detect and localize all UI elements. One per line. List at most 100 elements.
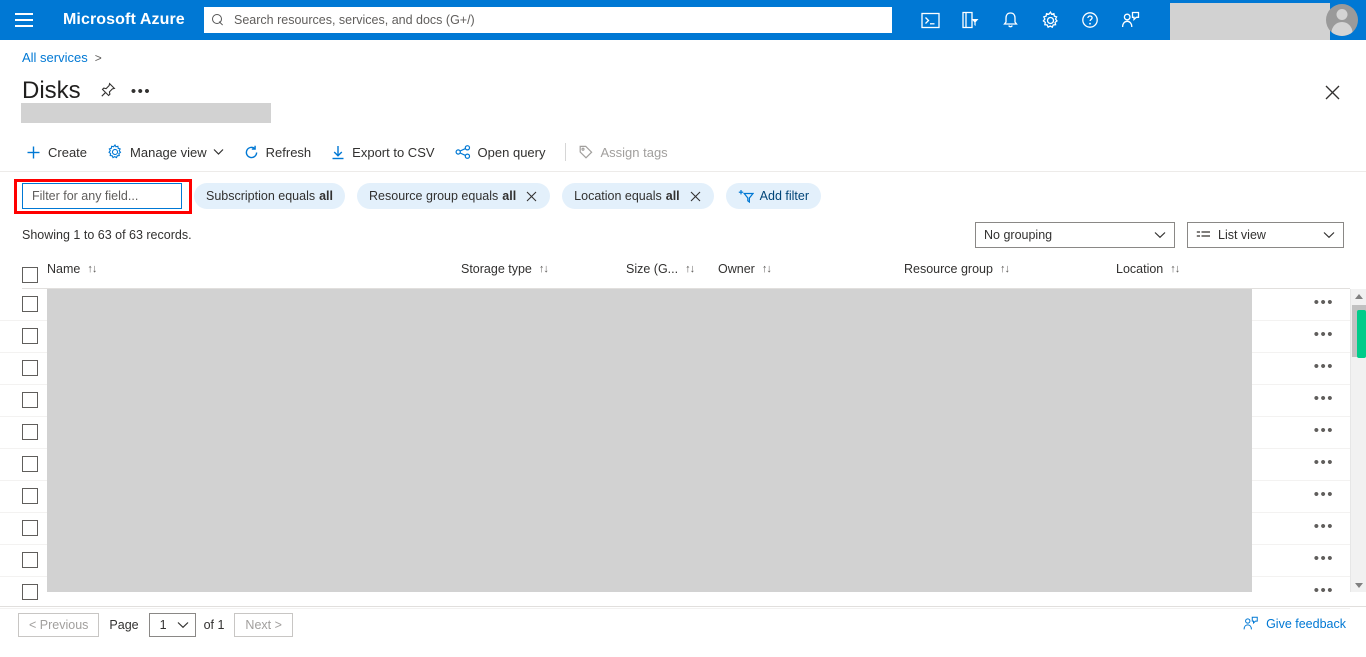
page-number-value: 1: [159, 618, 167, 632]
open-query-button[interactable]: Open query: [451, 138, 556, 166]
close-blade-button[interactable]: [1320, 80, 1344, 104]
row-select-checkbox[interactable]: [22, 360, 38, 376]
column-header-name-label: Name: [47, 262, 81, 276]
manage-view-button[interactable]: Manage view: [103, 138, 234, 166]
command-bar: Create Manage view Refresh Export to CSV…: [22, 138, 684, 166]
triangle-down: [1355, 582, 1363, 588]
column-header-owner-label: Owner: [718, 262, 755, 276]
column-header-resource-group[interactable]: Resource group ↑↓: [904, 262, 1010, 276]
row-more-options-icon[interactable]: •••: [1314, 391, 1334, 406]
help-question-icon[interactable]: [1070, 0, 1110, 40]
row-select-checkbox[interactable]: [22, 456, 38, 472]
row-select-checkbox[interactable]: [22, 392, 38, 408]
give-feedback-button[interactable]: Give feedback: [1242, 616, 1346, 631]
chevron-down-icon: [177, 621, 189, 629]
list-view-icon: [1196, 230, 1211, 241]
sort-arrows-icon: ↑↓: [538, 263, 549, 275]
column-header-name[interactable]: Name ↑↓: [47, 262, 97, 276]
row-more-options-icon[interactable]: •••: [1314, 519, 1334, 534]
row-select-checkbox[interactable]: [22, 296, 38, 312]
column-header-owner[interactable]: Owner ↑↓: [718, 262, 772, 276]
add-filter-label: Add filter: [759, 189, 809, 203]
row-select-checkbox[interactable]: [22, 424, 38, 440]
create-button[interactable]: Create: [22, 138, 97, 166]
assign-tags-label: Assign tags: [600, 144, 668, 160]
row-more-options-icon[interactable]: •••: [1314, 487, 1334, 502]
next-page-button[interactable]: Next >: [234, 613, 293, 637]
grouping-dropdown[interactable]: No grouping: [975, 222, 1175, 248]
scroll-down-arrow-icon[interactable]: [1351, 578, 1366, 592]
sort-arrows-icon: ↑↓: [999, 263, 1010, 275]
filter-for-any-field-input[interactable]: [30, 188, 174, 204]
remove-filter-location-icon[interactable]: [689, 190, 702, 203]
row-more-options-icon[interactable]: •••: [1314, 295, 1334, 310]
settings-gear-icon[interactable]: [1030, 0, 1070, 40]
avatar-head: [1336, 9, 1348, 20]
page-more-options-icon[interactable]: •••: [131, 82, 151, 102]
filter-pill-resource-group-label: Resource group equals: [369, 189, 499, 203]
grouping-dropdown-value: No grouping: [984, 228, 1053, 242]
create-button-label: Create: [48, 144, 88, 160]
add-filter-button[interactable]: Add filter: [725, 183, 821, 209]
user-avatar[interactable]: [1326, 4, 1358, 36]
scroll-up-arrow-icon[interactable]: [1351, 289, 1366, 303]
column-header-storage-type-label: Storage type: [461, 262, 532, 276]
select-all-checkbox[interactable]: [22, 267, 38, 283]
breadcrumb-chevron-icon: >: [94, 50, 102, 65]
row-more-options-icon[interactable]: •••: [1314, 359, 1334, 374]
column-header-storage-type[interactable]: Storage type ↑↓: [461, 262, 549, 276]
view-mode-value: List view: [1218, 228, 1266, 242]
page-title: Disks: [22, 77, 81, 104]
footer-divider: [0, 606, 1366, 607]
row-select-checkbox[interactable]: [22, 488, 38, 504]
export-to-csv-button[interactable]: Export to CSV: [327, 138, 444, 166]
pin-icon[interactable]: [100, 82, 116, 103]
filter-pill-location-label: Location equals: [574, 189, 662, 203]
filter-pill-subscription[interactable]: Subscription equals all: [194, 183, 346, 209]
refresh-button[interactable]: Refresh: [240, 138, 322, 166]
filter-pill-subscription-value: all: [319, 189, 334, 203]
filter-pill-location-value: all: [665, 189, 680, 203]
azure-brand-logo[interactable]: Microsoft Azure: [63, 11, 185, 29]
row-more-options-icon[interactable]: •••: [1314, 455, 1334, 470]
filter-row: Subscription equals all Resource group e…: [22, 183, 821, 209]
redacted-account-info: [1170, 3, 1330, 40]
row-more-options-icon[interactable]: •••: [1314, 423, 1334, 438]
global-search-box[interactable]: [204, 7, 892, 33]
row-more-options-icon[interactable]: •••: [1314, 327, 1334, 342]
download-icon: [331, 145, 345, 160]
filter-pill-resource-group[interactable]: Resource group equals all: [357, 183, 551, 209]
command-bar-divider: [0, 171, 1366, 172]
sort-arrows-icon: ↑↓: [87, 263, 97, 275]
notifications-bell-icon[interactable]: [990, 0, 1030, 40]
cloud-shell-icon[interactable]: [910, 0, 950, 40]
command-bar-separator: [565, 143, 567, 161]
assign-tags-button[interactable]: Assign tags: [574, 138, 677, 166]
page-total-label: of 1: [203, 618, 225, 632]
directory-filter-icon[interactable]: [950, 0, 990, 40]
tag-icon: [578, 145, 593, 160]
view-mode-dropdown[interactable]: List view: [1187, 222, 1344, 248]
feedback-person-icon[interactable]: [1110, 0, 1150, 40]
breadcrumb-all-services[interactable]: All services: [22, 50, 88, 65]
previous-page-button[interactable]: < Previous: [18, 613, 100, 637]
remove-filter-resource-group-icon[interactable]: [525, 190, 538, 203]
refresh-icon: [244, 145, 259, 160]
row-select-checkbox[interactable]: [22, 584, 38, 600]
row-select-checkbox[interactable]: [22, 552, 38, 568]
hamburger-menu-icon[interactable]: [0, 0, 48, 40]
redacted-subscription-label: [21, 103, 271, 123]
add-filter-icon: [738, 189, 754, 203]
filter-input-wrapper[interactable]: [22, 183, 182, 209]
filter-pill-location[interactable]: Location equals all: [562, 183, 714, 209]
query-icon: [455, 144, 471, 160]
row-select-checkbox[interactable]: [22, 328, 38, 344]
page-number-dropdown[interactable]: 1: [148, 613, 196, 637]
row-select-checkbox[interactable]: [22, 520, 38, 536]
row-more-options-icon[interactable]: •••: [1314, 551, 1334, 566]
search-input[interactable]: [232, 12, 884, 28]
redacted-rows-overlay: [47, 289, 1252, 592]
column-header-size[interactable]: Size (G... ↑↓: [626, 262, 695, 276]
column-header-location[interactable]: Location ↑↓: [1116, 262, 1180, 276]
row-more-options-icon[interactable]: •••: [1314, 583, 1334, 598]
